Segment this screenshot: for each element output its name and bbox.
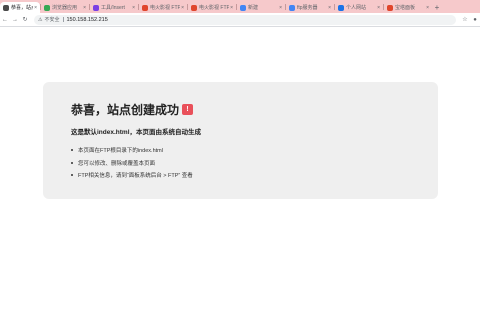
- tab-label: 个人网站: [346, 5, 367, 11]
- browser-tab[interactable]: 恭喜，站点×: [0, 2, 40, 13]
- browser-tab[interactable]: 浏览器应用 ×: [41, 2, 89, 13]
- browser-tab[interactable]: 电火影视 FTP ×: [188, 2, 236, 13]
- tab-label: 恭喜，站点: [11, 5, 33, 11]
- page-title: 恭喜，站点创建成功 !: [71, 101, 410, 117]
- tab-close-icon[interactable]: ×: [34, 5, 37, 11]
- bookmark-star-icon[interactable]: ☆: [460, 15, 470, 25]
- tab-label: 电火影视 FTP: [150, 5, 181, 11]
- list-item-text: 您可以修改、删除或覆盖本页面: [78, 160, 156, 167]
- welcome-card: 恭喜，站点创建成功 ! 这是默认index.html，本页面由系统自动生成 本页…: [43, 82, 438, 199]
- profile-icon[interactable]: ●: [470, 15, 480, 25]
- browser-tab[interactable]: 宝塔面板 ×: [384, 2, 432, 13]
- list-item: FTP相关信息，请到“面板系统后台 > FTP” 查看: [71, 169, 410, 182]
- tab-favicon-icon: [289, 4, 295, 11]
- url-text[interactable]: 150.158.152.215: [67, 17, 453, 23]
- list-item-text: 本页面在FTP根目录下的index.html: [78, 148, 163, 155]
- reload-icon[interactable]: ↻: [20, 15, 30, 25]
- back-icon[interactable]: ←: [0, 15, 10, 25]
- new-tab-button[interactable]: +: [432, 2, 442, 13]
- tab-favicon-icon: [93, 4, 99, 11]
- list-item-text: FTP相关信息，请到“面板系统后台 > FTP” 查看: [78, 173, 193, 180]
- tab-favicon-icon: [338, 4, 344, 11]
- forward-icon[interactable]: →: [10, 15, 20, 25]
- tab-close-icon[interactable]: ×: [328, 5, 331, 11]
- list-item: 您可以修改、删除或覆盖本页面: [71, 157, 410, 170]
- alert-badge-icon: !: [182, 103, 194, 115]
- tab-favicon-icon: [44, 4, 50, 11]
- bullet-icon: [71, 149, 73, 152]
- browser-toolbar: ← → ↻ ⚠ 不安全 150.158.152.215 ☆ ●: [0, 13, 480, 27]
- tab-close-icon[interactable]: ×: [377, 5, 380, 11]
- tab-strip: 恭喜，站点×浏览器应用×工具/Insert×电火影视 FTP×电火影视 FTP×…: [0, 0, 480, 13]
- bullet-icon: [71, 174, 73, 177]
- tab-close-icon[interactable]: ×: [230, 5, 233, 11]
- tab-close-icon[interactable]: ×: [426, 5, 429, 11]
- tab-favicon-icon: [240, 4, 246, 11]
- browser-tab[interactable]: 电火影视 FTP ×: [139, 2, 187, 13]
- tab-label: 电火影视 FTP: [199, 5, 230, 11]
- tab-label: 工具/Insert: [101, 5, 125, 11]
- browser-tab[interactable]: 新建 ×: [237, 2, 285, 13]
- browser-tab[interactable]: 工具/Insert ×: [90, 2, 138, 13]
- tab-label: ftp服务器: [297, 5, 318, 11]
- tab-favicon-icon: [3, 4, 9, 11]
- list-item: 本页面在FTP根目录下的index.html: [71, 144, 410, 157]
- address-bar[interactable]: ⚠ 不安全 150.158.152.215: [34, 14, 456, 25]
- browser-tab[interactable]: 个人网站 ×: [335, 2, 383, 13]
- tab-favicon-icon: [142, 4, 148, 11]
- page-title-text: 恭喜，站点创建成功: [71, 102, 180, 117]
- tab-close-icon[interactable]: ×: [83, 5, 86, 11]
- bullet-icon: [71, 161, 73, 164]
- tab-close-icon[interactable]: ×: [279, 5, 282, 11]
- page-subtitle: 这是默认index.html，本页面由系统自动生成: [71, 129, 202, 136]
- tab-close-icon[interactable]: ×: [181, 5, 184, 11]
- tab-label: 浏览器应用: [52, 5, 78, 11]
- tab-favicon-icon: [387, 4, 393, 11]
- tab-favicon-icon: [191, 4, 197, 11]
- tab-label: 新建: [248, 5, 259, 11]
- warning-icon[interactable]: ⚠: [38, 17, 42, 23]
- not-secure-label[interactable]: 不安全: [44, 16, 59, 23]
- tab-close-icon[interactable]: ×: [132, 5, 135, 11]
- omnibox-divider: [62, 17, 64, 22]
- info-list: 本页面在FTP根目录下的index.html 您可以修改、删除或覆盖本页面 FT…: [71, 144, 410, 182]
- browser-tab[interactable]: ftp服务器 ×: [286, 2, 334, 13]
- tab-label: 宝塔面板: [395, 5, 416, 11]
